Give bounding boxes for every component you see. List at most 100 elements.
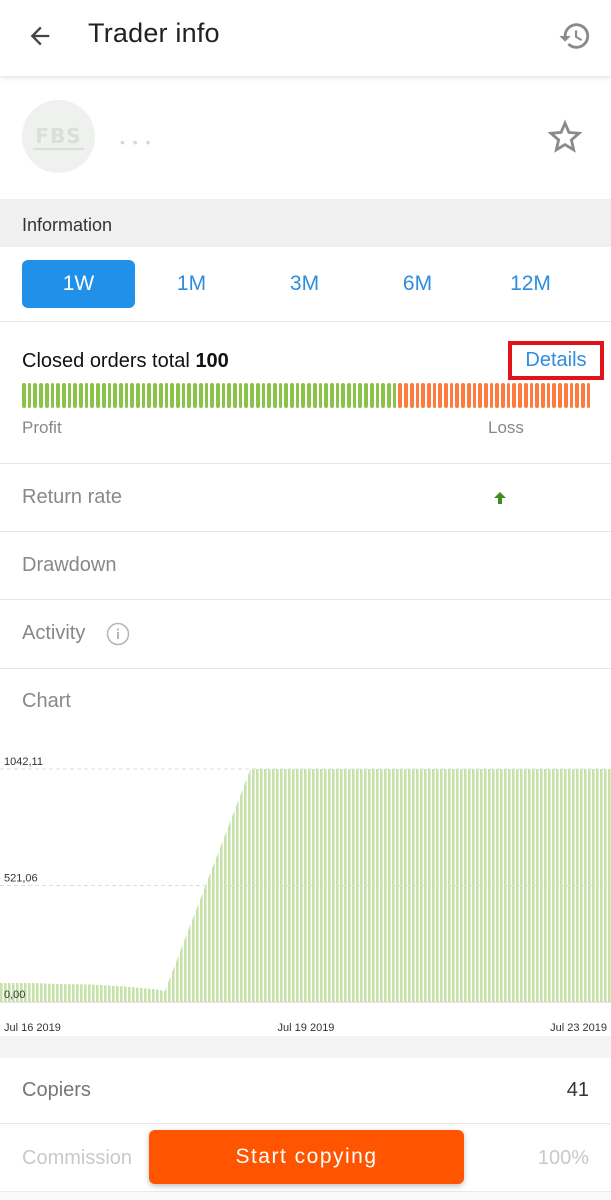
profit-segment xyxy=(312,383,317,408)
profit-segment xyxy=(130,383,135,408)
profit-segment xyxy=(261,383,266,408)
profit-segment xyxy=(272,383,277,408)
profit-segment xyxy=(381,383,385,408)
information-label: Information xyxy=(22,215,113,235)
x-tick-label: Jul 16 2019 xyxy=(4,1022,61,1034)
profit-segment xyxy=(278,383,283,408)
profit-segment xyxy=(175,383,180,408)
profit-segment xyxy=(290,383,294,408)
loss-segment xyxy=(398,383,403,408)
details-link[interactable]: Details xyxy=(525,349,586,372)
profit-label: Profit xyxy=(22,418,62,437)
loss-segment xyxy=(569,383,574,408)
profit-segment xyxy=(73,383,78,408)
info-icon[interactable] xyxy=(106,622,130,646)
profit-segment xyxy=(118,383,123,408)
closed-orders-panel: Closed orders total 100 Details Profit L… xyxy=(0,322,611,464)
loss-segment xyxy=(472,383,477,408)
profit-segment xyxy=(301,383,306,408)
profit-segment xyxy=(369,383,374,408)
loss-segment xyxy=(449,383,454,408)
closed-orders-title: Closed orders total 100 xyxy=(22,350,229,373)
loss-segment xyxy=(489,383,494,408)
profit-segment xyxy=(96,383,100,408)
loss-segment xyxy=(455,383,460,408)
profit-segment xyxy=(79,383,83,408)
profit-segment xyxy=(164,383,169,408)
avatar: FBS xyxy=(22,100,95,173)
loss-segment xyxy=(438,383,443,408)
tab-6m[interactable]: 6M xyxy=(361,260,474,308)
profit-segment xyxy=(124,383,129,408)
profit-segment xyxy=(84,383,89,408)
details-highlight-box: Details xyxy=(508,341,604,380)
profit-segment xyxy=(193,383,197,408)
x-tick-label: Jul 19 2019 xyxy=(278,1022,335,1034)
favorite-button[interactable] xyxy=(544,116,586,158)
loss-segment xyxy=(409,383,414,408)
copiers-label: Copiers xyxy=(22,1079,91,1101)
profit-segment xyxy=(198,383,203,408)
section-divider xyxy=(0,1036,611,1058)
loss-segment xyxy=(478,383,482,408)
profit-segment xyxy=(307,383,311,408)
return-rate-row[interactable]: Return rate xyxy=(0,464,611,532)
loss-segment xyxy=(466,383,471,408)
profit-segment xyxy=(255,383,260,408)
profit-segment xyxy=(244,383,249,408)
loss-segment xyxy=(404,383,408,408)
activity-row[interactable]: Activity xyxy=(0,600,611,669)
profit-segment xyxy=(324,383,328,408)
loss-segment xyxy=(586,383,591,408)
profit-segment xyxy=(44,383,49,408)
profit-segment xyxy=(39,383,43,408)
profit-segment xyxy=(284,383,289,408)
drawdown-row[interactable]: Drawdown xyxy=(0,532,611,600)
profit-segment xyxy=(181,383,186,408)
profit-segment xyxy=(67,383,72,408)
fbs-logo: FBS xyxy=(33,123,84,150)
profit-segment xyxy=(335,383,340,408)
history-button[interactable] xyxy=(555,16,595,56)
loss-segment xyxy=(421,383,425,408)
profit-segment xyxy=(375,383,380,408)
profit-segment xyxy=(147,383,152,408)
profit-segment xyxy=(22,383,26,408)
top-app-bar: Trader info xyxy=(0,0,611,76)
profit-segment xyxy=(295,383,300,408)
star-outline-icon xyxy=(547,119,583,153)
loss-segment xyxy=(552,383,557,408)
profit-segment xyxy=(329,383,334,408)
profit-segment xyxy=(352,383,357,408)
profit-segment xyxy=(267,383,271,408)
back-button[interactable] xyxy=(22,18,58,54)
page-title: Trader info xyxy=(88,18,220,48)
profit-loss-bar xyxy=(22,383,591,408)
profit-segment xyxy=(358,383,363,408)
y-tick-label: 1042,11 xyxy=(4,756,43,768)
chart-section: Chart 0,00 521,06 1042,11 Jul 16 2019 Jul 19… xyxy=(0,669,611,1036)
y-tick-label: 521,06 xyxy=(4,872,38,884)
tab-3m[interactable]: 3M xyxy=(248,260,361,308)
x-tick-label: Jul 23 2019 xyxy=(550,1022,607,1034)
tab-12m[interactable]: 12M xyxy=(474,260,587,308)
profit-segment xyxy=(364,383,368,408)
tab-1m[interactable]: 1M xyxy=(135,260,248,308)
commission-value: 100% xyxy=(537,1147,589,1169)
profit-segment xyxy=(101,383,106,408)
profit-segment xyxy=(387,383,391,408)
profit-segment xyxy=(204,383,209,408)
profit-segment xyxy=(141,383,146,408)
loss-segment xyxy=(444,383,448,408)
tab-1w[interactable]: 1W xyxy=(22,260,135,308)
y-tick-label: 0,00 xyxy=(4,989,25,1001)
loss-segment xyxy=(558,383,562,408)
loss-segment xyxy=(518,383,522,408)
history-icon xyxy=(559,23,590,49)
profit-segment xyxy=(170,383,174,408)
profit-segment xyxy=(50,383,55,408)
loss-segment xyxy=(501,383,505,408)
loss-segment xyxy=(415,383,420,408)
start-copying-button[interactable]: Start copying xyxy=(149,1130,464,1184)
profit-segment xyxy=(215,383,220,408)
